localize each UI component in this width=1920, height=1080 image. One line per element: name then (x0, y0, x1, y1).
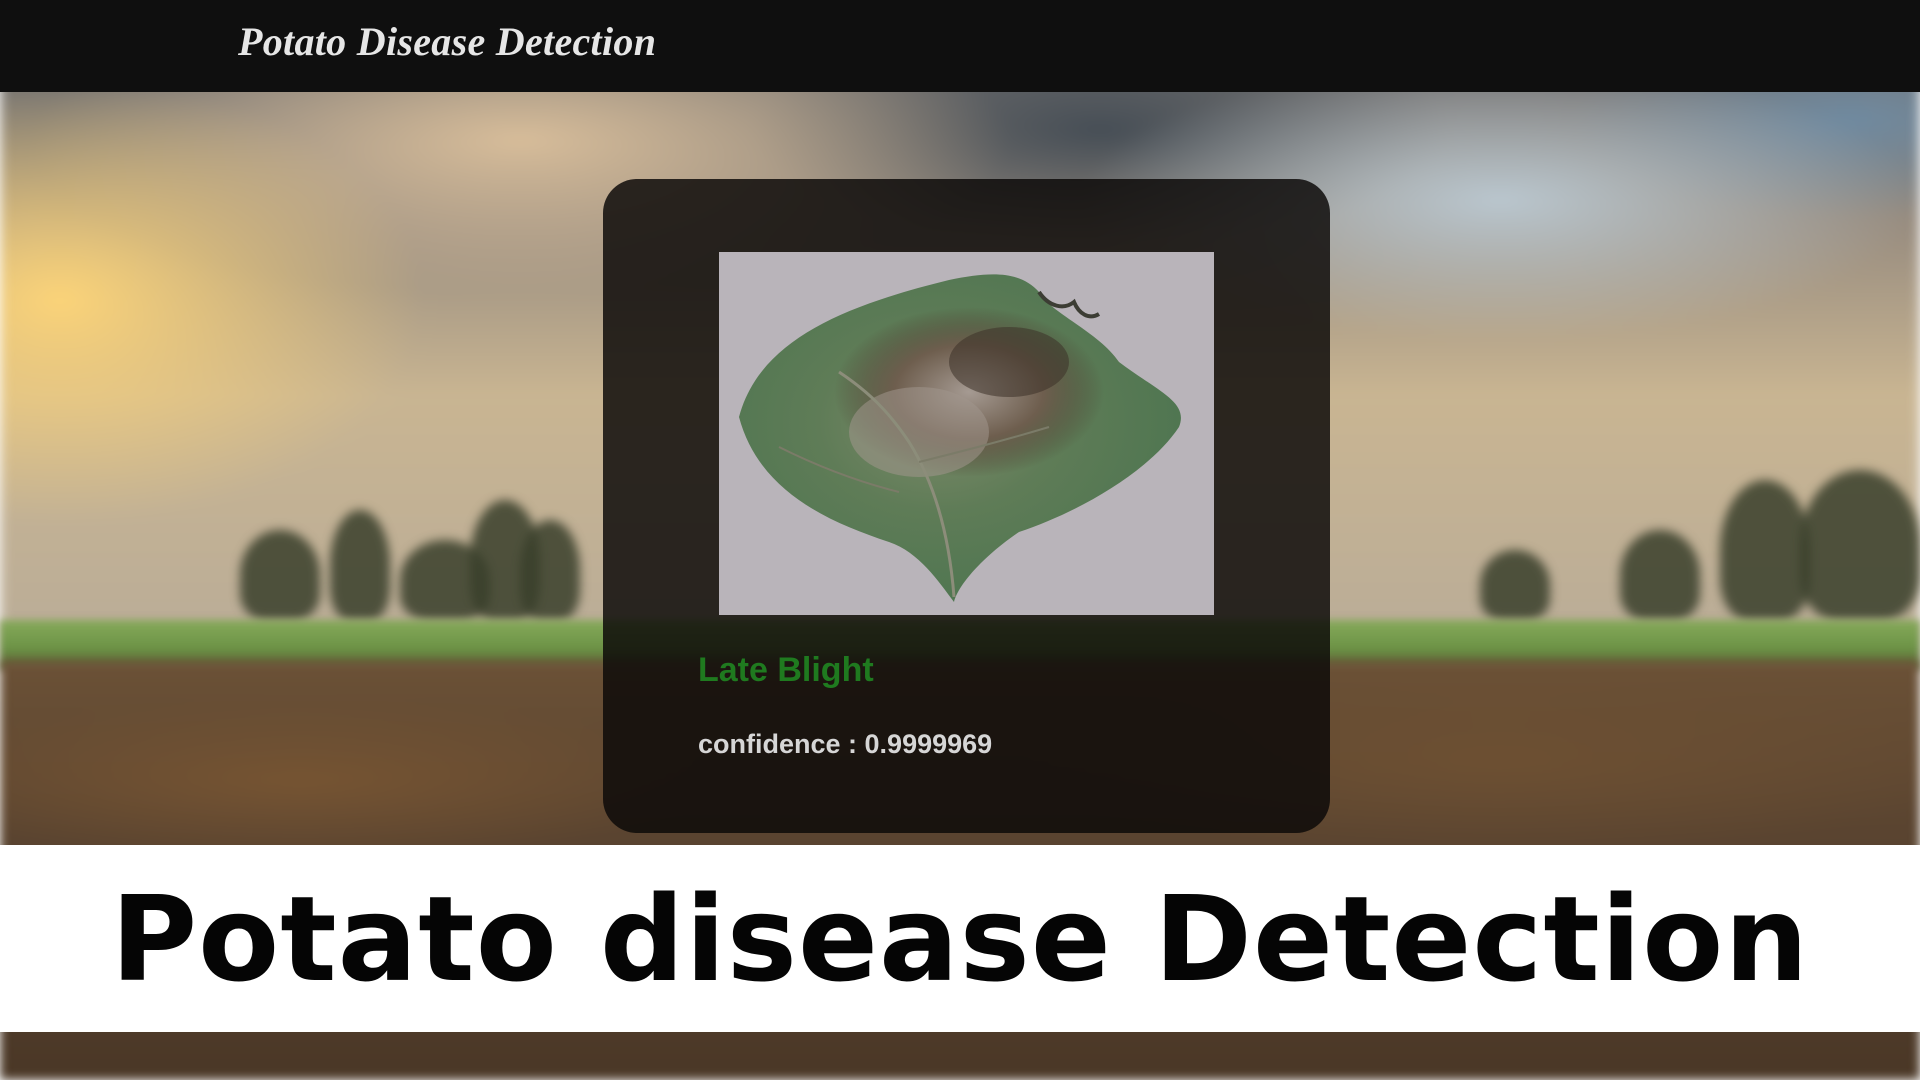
confidence-value: 0.9999969 (864, 729, 993, 759)
uploaded-leaf-image (719, 252, 1214, 615)
navbar: Potato Disease Detection (0, 0, 1920, 92)
confidence-label: confidence : (698, 729, 865, 759)
leaf-illustration (739, 274, 1181, 602)
prediction-label: Late Blight (698, 651, 874, 689)
banner-title: Potato disease Detection (110, 869, 1810, 1008)
title-banner: Potato disease Detection (0, 845, 1920, 1032)
brand-title[interactable]: Potato Disease Detection (238, 18, 656, 65)
result-card: Late Blight confidence : 0.9999969 (603, 179, 1330, 833)
page: Potato Disease Detection Late Blight con… (0, 0, 1920, 1080)
confidence-text: confidence : 0.9999969 (698, 729, 992, 760)
